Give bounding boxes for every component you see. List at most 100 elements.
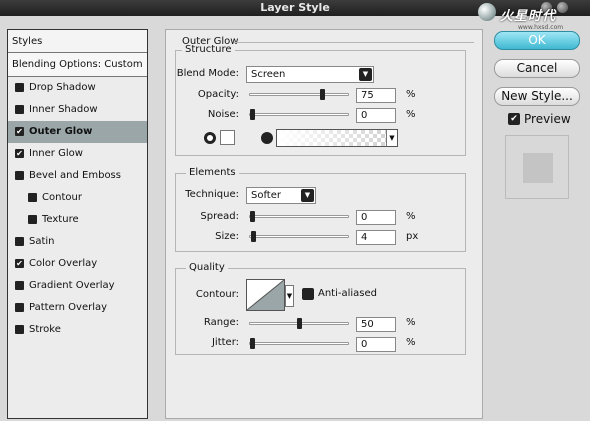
contour-linear-icon xyxy=(246,279,285,311)
anti-aliased-label: Anti-aliased xyxy=(318,288,378,299)
watermark-logo: 火星时代 www.hxsd.com xyxy=(478,3,590,33)
style-item-gradient-overlay[interactable]: Gradient Overlay xyxy=(8,275,147,297)
style-item-checkbox[interactable] xyxy=(28,193,37,202)
style-item-pattern-overlay[interactable]: Pattern Overlay xyxy=(8,297,147,319)
style-item-label: Stroke xyxy=(29,324,61,335)
style-item-checkbox[interactable] xyxy=(15,105,24,114)
jitter-slider[interactable] xyxy=(249,338,349,349)
style-item-checkbox[interactable] xyxy=(28,215,37,224)
style-item-checkbox[interactable] xyxy=(15,171,24,180)
style-item-drop-shadow[interactable]: Drop Shadow xyxy=(8,77,147,99)
range-label: Range: xyxy=(203,317,239,328)
glow-color-swatch[interactable] xyxy=(220,130,235,145)
contour-picker[interactable]: ▼ xyxy=(246,279,294,311)
quality-group: Quality Contour: ▼ Anti-aliased Range: 5… xyxy=(175,262,466,355)
size-slider-thumb[interactable] xyxy=(251,231,256,242)
jitter-unit: % xyxy=(406,337,416,348)
range-slider[interactable] xyxy=(249,318,349,329)
style-item-checkbox[interactable]: ✔ xyxy=(15,259,24,268)
spread-input[interactable]: 0 xyxy=(356,210,396,225)
glow-gradient-picker[interactable]: ▼ xyxy=(276,129,398,147)
contour-label: Contour: xyxy=(195,289,239,300)
blending-options-item[interactable]: Blending Options: Custom xyxy=(8,53,147,77)
cancel-button[interactable]: Cancel xyxy=(494,59,580,78)
style-preview-thumbnail xyxy=(505,135,569,199)
style-item-stroke[interactable]: Stroke xyxy=(8,319,147,341)
styles-header[interactable]: Styles xyxy=(8,30,147,53)
elements-group: Elements Technique: Softer ▼ Spread: 0 %… xyxy=(175,167,466,252)
style-item-checkbox[interactable]: ✔ xyxy=(15,149,24,158)
spread-slider[interactable] xyxy=(249,211,349,222)
jitter-slider-thumb[interactable] xyxy=(250,338,255,349)
style-item-label: Bevel and Emboss xyxy=(29,170,121,181)
dropdown-arrow-icon: ▼ xyxy=(359,68,372,81)
noise-slider[interactable] xyxy=(249,109,349,120)
elements-legend: Elements xyxy=(186,167,239,178)
noise-label: Noise: xyxy=(207,109,239,120)
style-item-bevel-and-emboss[interactable]: Bevel and Emboss xyxy=(8,165,147,187)
dropdown-arrow-icon: ▼ xyxy=(301,189,314,202)
range-slider-thumb[interactable] xyxy=(297,318,302,329)
style-item-color-overlay[interactable]: ✔ Color Overlay xyxy=(8,253,147,275)
gradient-dropdown-arrow-icon[interactable]: ▼ xyxy=(386,130,397,146)
blend-mode-select[interactable]: Screen ▼ xyxy=(246,66,374,83)
style-item-checkbox[interactable] xyxy=(15,83,24,92)
style-item-inner-glow[interactable]: ✔ Inner Glow xyxy=(8,143,147,165)
style-item-outer-glow[interactable]: ✔ Outer Glow xyxy=(8,121,147,143)
opacity-unit: % xyxy=(406,89,416,100)
technique-select[interactable]: Softer ▼ xyxy=(246,187,316,204)
ok-button[interactable]: OK xyxy=(494,31,580,50)
style-item-checkbox[interactable] xyxy=(15,281,24,290)
gradient-radio[interactable] xyxy=(261,132,273,144)
style-item-label: Gradient Overlay xyxy=(29,280,115,291)
logo-icon xyxy=(478,3,496,21)
spread-unit: % xyxy=(406,211,416,222)
size-slider[interactable] xyxy=(249,231,349,242)
range-unit: % xyxy=(406,317,416,328)
new-style-button[interactable]: New Style... xyxy=(494,87,580,106)
opacity-input[interactable]: 75 xyxy=(356,88,396,103)
style-item-label: Drop Shadow xyxy=(29,82,96,93)
noise-input[interactable]: 0 xyxy=(356,108,396,123)
style-item-label: Inner Glow xyxy=(29,148,83,159)
styles-list-panel: Styles Blending Options: Custom Drop Sha… xyxy=(7,29,148,419)
blend-mode-value: Screen xyxy=(251,69,286,80)
style-item-checkbox[interactable] xyxy=(15,303,24,312)
style-item-checkbox[interactable] xyxy=(15,325,24,334)
style-item-satin[interactable]: Satin xyxy=(8,231,147,253)
outer-glow-panel: Outer Glow Structure Blend Mode: Screen … xyxy=(165,29,483,419)
spread-label: Spread: xyxy=(200,211,239,222)
solid-color-radio[interactable] xyxy=(204,132,216,144)
style-item-checkbox[interactable] xyxy=(15,237,24,246)
preview-label: Preview xyxy=(524,112,571,126)
style-item-contour[interactable]: Contour xyxy=(8,187,147,209)
style-item-checkbox[interactable]: ✔ xyxy=(15,127,24,136)
logo-url: www.hxsd.com xyxy=(518,24,564,31)
style-item-label: Contour xyxy=(42,192,82,203)
style-item-label: Color Overlay xyxy=(29,258,98,269)
spread-slider-thumb[interactable] xyxy=(250,211,255,222)
style-item-label: Outer Glow xyxy=(29,126,93,137)
opacity-slider-thumb[interactable] xyxy=(320,89,325,100)
logo-text: 火星时代 xyxy=(500,9,557,24)
jitter-input[interactable]: 0 xyxy=(356,337,396,352)
technique-value: Softer xyxy=(251,190,281,201)
style-item-inner-shadow[interactable]: Inner Shadow xyxy=(8,99,147,121)
divider xyxy=(234,42,474,43)
opacity-label: Opacity: xyxy=(197,89,239,100)
structure-group: Structure Blend Mode: Screen ▼ Opacity: … xyxy=(175,44,466,156)
anti-aliased-checkbox[interactable] xyxy=(302,288,314,300)
contour-dropdown-arrow-icon[interactable]: ▼ xyxy=(285,285,294,307)
opacity-slider[interactable] xyxy=(249,89,349,100)
preview-checkbox[interactable]: ✔ xyxy=(508,113,520,125)
preview-swatch xyxy=(523,153,553,183)
range-input[interactable]: 50 xyxy=(356,317,396,332)
jitter-label: Jitter: xyxy=(211,337,239,348)
style-item-label: Inner Shadow xyxy=(29,104,98,115)
noise-slider-thumb[interactable] xyxy=(250,109,255,120)
structure-legend: Structure xyxy=(182,44,235,55)
quality-legend: Quality xyxy=(186,262,228,273)
size-input[interactable]: 4 xyxy=(356,230,396,245)
blend-mode-label: Blend Mode: xyxy=(176,68,239,79)
style-item-texture[interactable]: Texture xyxy=(8,209,147,231)
